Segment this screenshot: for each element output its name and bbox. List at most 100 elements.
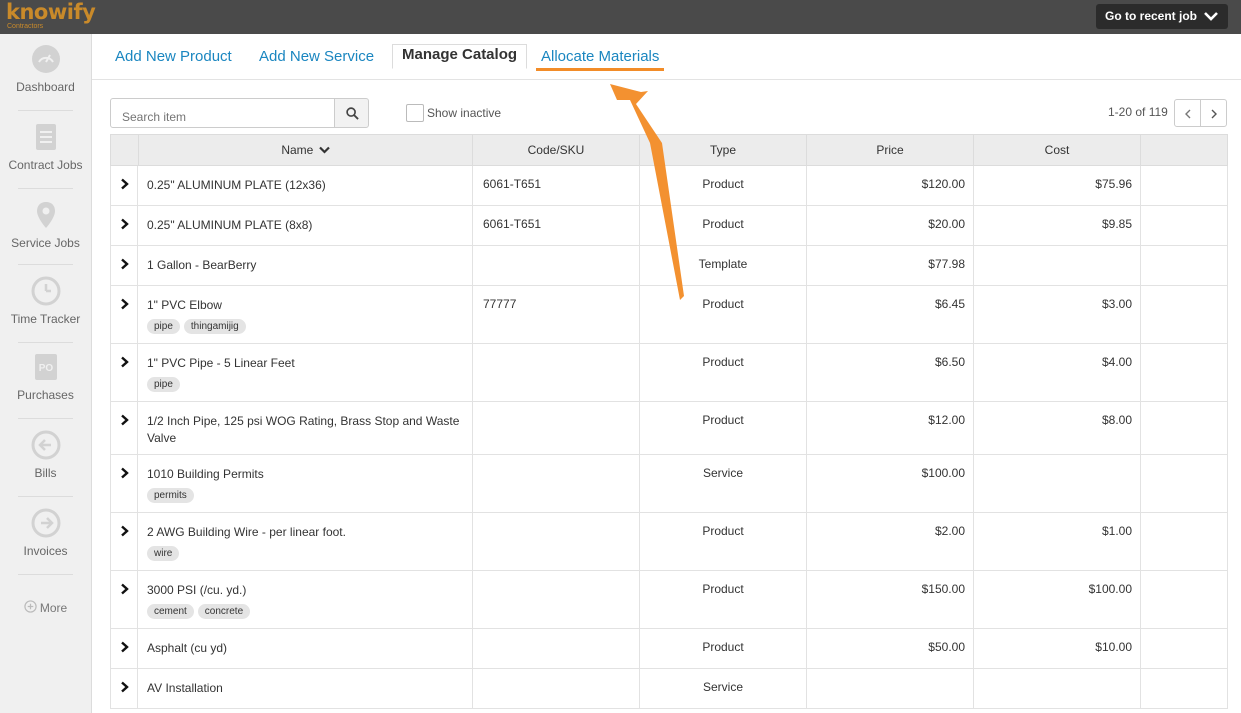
chevron-right-icon[interactable] [120,583,129,595]
show-inactive-checkbox[interactable] [406,104,424,122]
sidebar-item-label: Purchases [17,388,74,402]
type-cell: Product [640,166,807,205]
sidebar-item-service-jobs[interactable]: Service Jobs [0,200,91,250]
go-to-recent-job-dropdown[interactable]: Go to recent job [1096,4,1228,29]
tag-list: pipe thingamijig [147,317,462,334]
cost-cell: $4.00 [974,344,1141,401]
column-header-name[interactable]: Name [139,135,473,165]
table-row[interactable]: 1010 Building Permits permits Service $100.… [110,455,1228,513]
tab-add-new-product[interactable]: Add New Product [115,48,232,65]
table-row[interactable]: AV Installation Service [110,669,1228,709]
cost-cell: $1.00 [974,513,1141,570]
code-sku-cell [473,402,640,454]
column-header-type: Type [640,135,807,165]
item-name[interactable]: 1 Gallon - BearBerry [147,257,462,274]
name-cell: 2 AWG Building Wire - per linear foot. wi… [138,513,473,570]
expand-cell [111,571,138,628]
sidebar-divider [18,418,73,419]
table-row[interactable]: 0.25" ALUMINUM PLATE (12x36) 6061-T651 Pro… [110,166,1228,206]
column-header-cost: Cost [974,135,1141,165]
item-name[interactable]: 2 AWG Building Wire - per linear foot. [147,524,462,541]
chevron-right-icon[interactable] [120,525,129,537]
sidebar-item-label: Time Tracker [10,312,81,326]
chevron-right-icon[interactable] [120,356,129,368]
name-cell: 0.25" ALUMINUM PLATE (8x8) [138,206,473,245]
tag-list: cement concrete [147,602,462,619]
item-name[interactable]: 1010 Building Permits [147,466,462,483]
table-row[interactable]: 2 AWG Building Wire - per linear foot. wi… [110,513,1228,571]
item-name[interactable]: 1" PVC Elbow [147,297,462,314]
actions-cell [1141,344,1227,401]
tab-allocate-materials[interactable]: Allocate Materials [541,48,659,65]
chevron-right-icon[interactable] [120,298,129,310]
item-name[interactable]: 0.25" ALUMINUM PLATE (8x8) [147,217,462,234]
chevron-right-icon[interactable] [120,681,129,693]
price-cell: $100.00 [807,455,974,512]
item-name[interactable]: 3000 PSI (/cu. yd.) [147,582,462,599]
column-header-code-sku: Code/SKU [473,135,640,165]
name-cell: 1/2 Inch Pipe, 125 psi WOG Rating, Brass… [138,402,473,454]
price-cell: $2.00 [807,513,974,570]
previous-page-button[interactable] [1174,99,1201,127]
sidebar-item-purchases[interactable]: PO Purchases [0,352,91,402]
sidebar-more[interactable]: More [0,600,91,615]
chevron-right-icon[interactable] [120,178,129,190]
item-tag: pipe [147,319,180,334]
tab-manage-catalog[interactable]: Manage Catalog [392,44,528,69]
cost-cell: $10.00 [974,629,1141,668]
chevron-right-icon[interactable] [120,218,129,230]
table-row[interactable]: 1 Gallon - BearBerry Template $77.98 [110,246,1228,286]
item-name[interactable]: 1/2 Inch Pipe, 125 psi WOG Rating, Brass… [147,413,462,447]
item-name[interactable]: Asphalt (cu yd) [147,640,462,657]
table-row[interactable]: Asphalt (cu yd) Product $50.00 $10.00 [110,629,1228,669]
sidebar-item-contract-jobs[interactable]: Contract Jobs [0,122,91,172]
table-row[interactable]: 1/2 Inch Pipe, 125 psi WOG Rating, Brass… [110,402,1228,455]
next-page-button[interactable] [1200,99,1227,127]
recent-job-label: Go to recent job [1105,9,1198,23]
chevron-right-icon[interactable] [120,641,129,653]
tab-add-new-service[interactable]: Add New Service [259,48,374,65]
sidebar-item-dashboard[interactable]: Dashboard [0,44,91,94]
cost-cell: $8.00 [974,402,1141,454]
sidebar-item-time-tracker[interactable]: Time Tracker [0,276,91,326]
table-row[interactable]: 1" PVC Elbow pipe thingamijig 77777 Product $… [110,286,1228,344]
sidebar-item-label: Bills [34,466,57,480]
type-cell: Product [640,571,807,628]
item-name[interactable]: 1" PVC Pipe - 5 Linear Feet [147,355,462,372]
expand-cell [111,402,138,454]
item-name[interactable]: 0.25" ALUMINUM PLATE (12x36) [147,177,462,194]
chevron-right-icon[interactable] [120,258,129,270]
expand-cell [111,629,138,668]
chevron-down-icon [1204,12,1218,21]
table-row[interactable]: 3000 PSI (/cu. yd.) cement concrete Product… [110,571,1228,629]
chevron-right-icon [1211,109,1217,119]
sidebar-item-invoices[interactable]: Invoices [0,508,91,558]
chevron-right-icon[interactable] [120,414,129,426]
item-tag: wire [147,546,180,561]
name-cell: 3000 PSI (/cu. yd.) cement concrete [138,571,473,628]
actions-cell [1141,513,1227,570]
table-row[interactable]: 0.25" ALUMINUM PLATE (8x8) 6061-T651 Produ… [110,206,1228,246]
search-input[interactable] [110,98,335,128]
chevron-right-icon[interactable] [120,467,129,479]
actions-cell [1141,629,1227,668]
sidebar-item-bills[interactable]: Bills [0,430,91,480]
item-tag: permits [147,488,194,503]
sidebar-divider [18,496,73,497]
search-button[interactable] [334,98,369,128]
code-sku-cell [473,513,640,570]
type-cell: Product [640,629,807,668]
table-row[interactable]: 1" PVC Pipe - 5 Linear Feet pipe Product $6… [110,344,1228,402]
actions-cell [1141,571,1227,628]
actions-cell [1141,455,1227,512]
top-bar: knowify Contractors Go to recent job [0,0,1241,34]
knowify-logo[interactable]: knowify Contractors [6,1,96,30]
item-name[interactable]: AV Installation [147,680,462,697]
expand-cell [111,344,138,401]
chevron-left-icon [1185,109,1191,119]
sidebar-divider [18,342,73,343]
price-cell: $6.50 [807,344,974,401]
sidebar-item-label: Service Jobs [11,236,80,250]
name-cell: 1 Gallon - BearBerry [138,246,473,285]
name-cell: 0.25" ALUMINUM PLATE (12x36) [138,166,473,205]
